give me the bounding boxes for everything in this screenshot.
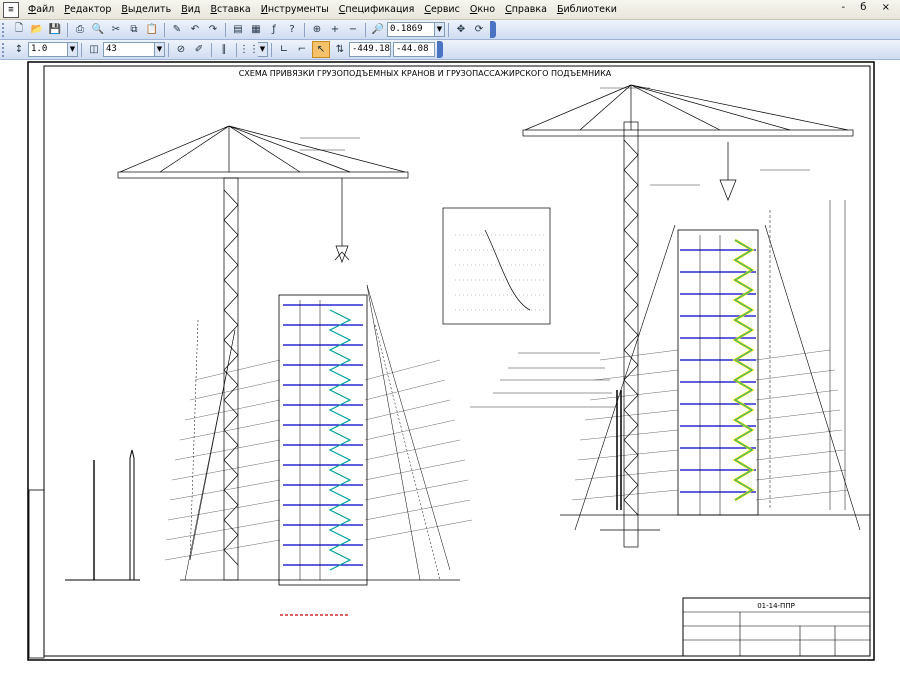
menu-specification[interactable]: Спецификация <box>334 0 420 19</box>
toolbar-grip[interactable] <box>2 42 7 57</box>
copy-icon[interactable]: ⧉ <box>126 22 142 37</box>
manager-icon[interactable]: ▤ <box>230 22 246 37</box>
left-crane <box>117 125 409 581</box>
separator <box>271 42 272 57</box>
current-state-toolbar: ↕ 1.0 ▼ ◫ 43 ▼ ⊘ ✐ ∥ ⋮⋮ ▼ ∟ ⌐ ↖ ⇅ -449.1… <box>0 40 900 60</box>
sheet-frame <box>27 61 875 661</box>
menu-bar: ≡ Файл Редактор Выделить Вид Вставка Инс… <box>0 0 900 20</box>
separator <box>365 22 366 37</box>
step-cursor-icon[interactable]: ↕ <box>11 42 27 57</box>
toolbar-end-icon[interactable] <box>490 21 496 38</box>
xy-icon: ⇅ <box>335 44 345 55</box>
layer-dropdown-icon[interactable]: ▼ <box>155 42 165 57</box>
menu-service[interactable]: Сервис <box>419 0 465 19</box>
title-block: 01-14-ППР <box>682 597 871 657</box>
ortho-icon[interactable]: ∟ <box>276 42 292 57</box>
grid-icon[interactable]: ⋮⋮ <box>239 42 259 57</box>
separator <box>81 42 82 57</box>
left-building <box>180 284 460 616</box>
variables-icon[interactable]: ƒ <box>266 22 282 37</box>
help-icon[interactable]: ? <box>284 22 300 37</box>
left-hoist-post <box>65 449 140 581</box>
toolbar-end-icon[interactable] <box>437 41 443 58</box>
open-icon[interactable]: 📂 <box>29 22 45 37</box>
menu-libraries[interactable]: Библиотеки <box>552 0 622 19</box>
grid-dropdown-icon[interactable]: ▼ <box>258 42 268 57</box>
zoom-in-icon[interactable]: + <box>327 22 343 37</box>
layer-icon[interactable]: ◫ <box>86 42 102 57</box>
pan-icon[interactable]: ✥ <box>453 22 469 37</box>
zoom-out-icon[interactable]: − <box>345 22 361 37</box>
standard-toolbar: 🗋 📂 💾 ⎙ 🔍 ✂ ⧉ 📋 ✎ ↶ ↷ ▤ ▦ ƒ ? ⊕ + − 🔎 0.… <box>0 20 900 40</box>
refresh-icon[interactable]: ⟳ <box>471 22 487 37</box>
menu-tools[interactable]: Инструменты <box>256 0 334 19</box>
new-doc-icon[interactable]: 🗋 <box>11 22 27 37</box>
coord-x-field[interactable]: -449.18 <box>349 42 391 57</box>
sheet-inner-frame <box>43 65 871 657</box>
undo-icon[interactable]: ↶ <box>187 22 203 37</box>
right-load-lines <box>571 349 849 501</box>
separator <box>236 42 237 57</box>
step-dropdown-icon[interactable]: ▼ <box>68 42 78 57</box>
coord-y-field[interactable]: -44.08 <box>393 42 435 57</box>
step-field[interactable]: 1.0 <box>28 42 68 57</box>
preview-icon[interactable]: 🔍 <box>90 22 106 37</box>
local-cs-icon[interactable]: ⌐ <box>294 42 310 57</box>
zoom-window-icon[interactable]: ⊕ <box>309 22 325 37</box>
menu-select[interactable]: Выделить <box>116 0 176 19</box>
zoom-field[interactable]: 0.1869 <box>387 22 435 37</box>
properties-icon[interactable]: ✎ <box>169 22 185 37</box>
menu-help[interactable]: Справка <box>500 0 552 19</box>
toolbar-grip[interactable] <box>2 22 7 37</box>
snap-icon[interactable]: ⊘ <box>173 42 189 57</box>
style-icon[interactable]: ✐ <box>191 42 207 57</box>
layer-field[interactable]: 43 <box>103 42 155 57</box>
side-stamp <box>28 489 45 659</box>
separator <box>168 42 169 57</box>
separator <box>164 22 165 37</box>
stamp-code: 01-14-ППР <box>757 602 795 610</box>
drawing-title: СХЕМА ПРИВЯЗКИ ГРУЗОПОДЪЕМНЫХ КРАНОВ И Г… <box>239 69 612 78</box>
drawing-svg[interactable]: СХЕМА ПРИВЯЗКИ ГРУЗОПОДЪЕМНЫХ КРАНОВ И Г… <box>0 60 900 670</box>
angle-icon[interactable]: ∥ <box>216 42 232 57</box>
window-controls[interactable]: - б × <box>841 2 896 13</box>
menu-file[interactable]: Файл <box>23 0 59 19</box>
redo-icon[interactable]: ↷ <box>205 22 221 37</box>
menu-insert[interactable]: Вставка <box>205 0 255 19</box>
separator <box>211 42 212 57</box>
zoom-scale-icon[interactable]: 🔎 <box>370 22 386 37</box>
drawing-canvas[interactable]: СХЕМА ПРИВЯЗКИ ГРУЗОПОДЪЕМНЫХ КРАНОВ И Г… <box>0 60 900 670</box>
separator <box>304 22 305 37</box>
menu-view[interactable]: Вид <box>176 0 205 19</box>
cursor-coords-icon[interactable]: ↖ <box>312 41 330 58</box>
menu-editor[interactable]: Редактор <box>59 0 116 19</box>
paste-icon[interactable]: 📋 <box>144 22 160 37</box>
right-building <box>560 200 870 531</box>
tree-icon[interactable]: ▦ <box>248 22 264 37</box>
menu-window[interactable]: Окно <box>465 0 500 19</box>
zoom-dropdown-icon[interactable]: ▼ <box>435 22 445 37</box>
print-icon[interactable]: ⎙ <box>72 22 88 37</box>
save-icon[interactable]: 💾 <box>47 22 63 37</box>
right-hoist-mast <box>600 390 660 531</box>
app-menu-icon[interactable]: ≡ <box>3 1 19 18</box>
cut-icon[interactable]: ✂ <box>108 22 124 37</box>
load-graph <box>442 207 551 325</box>
separator <box>67 22 68 37</box>
left-load-lines <box>164 359 473 561</box>
separator <box>448 22 449 37</box>
separator <box>225 22 226 37</box>
